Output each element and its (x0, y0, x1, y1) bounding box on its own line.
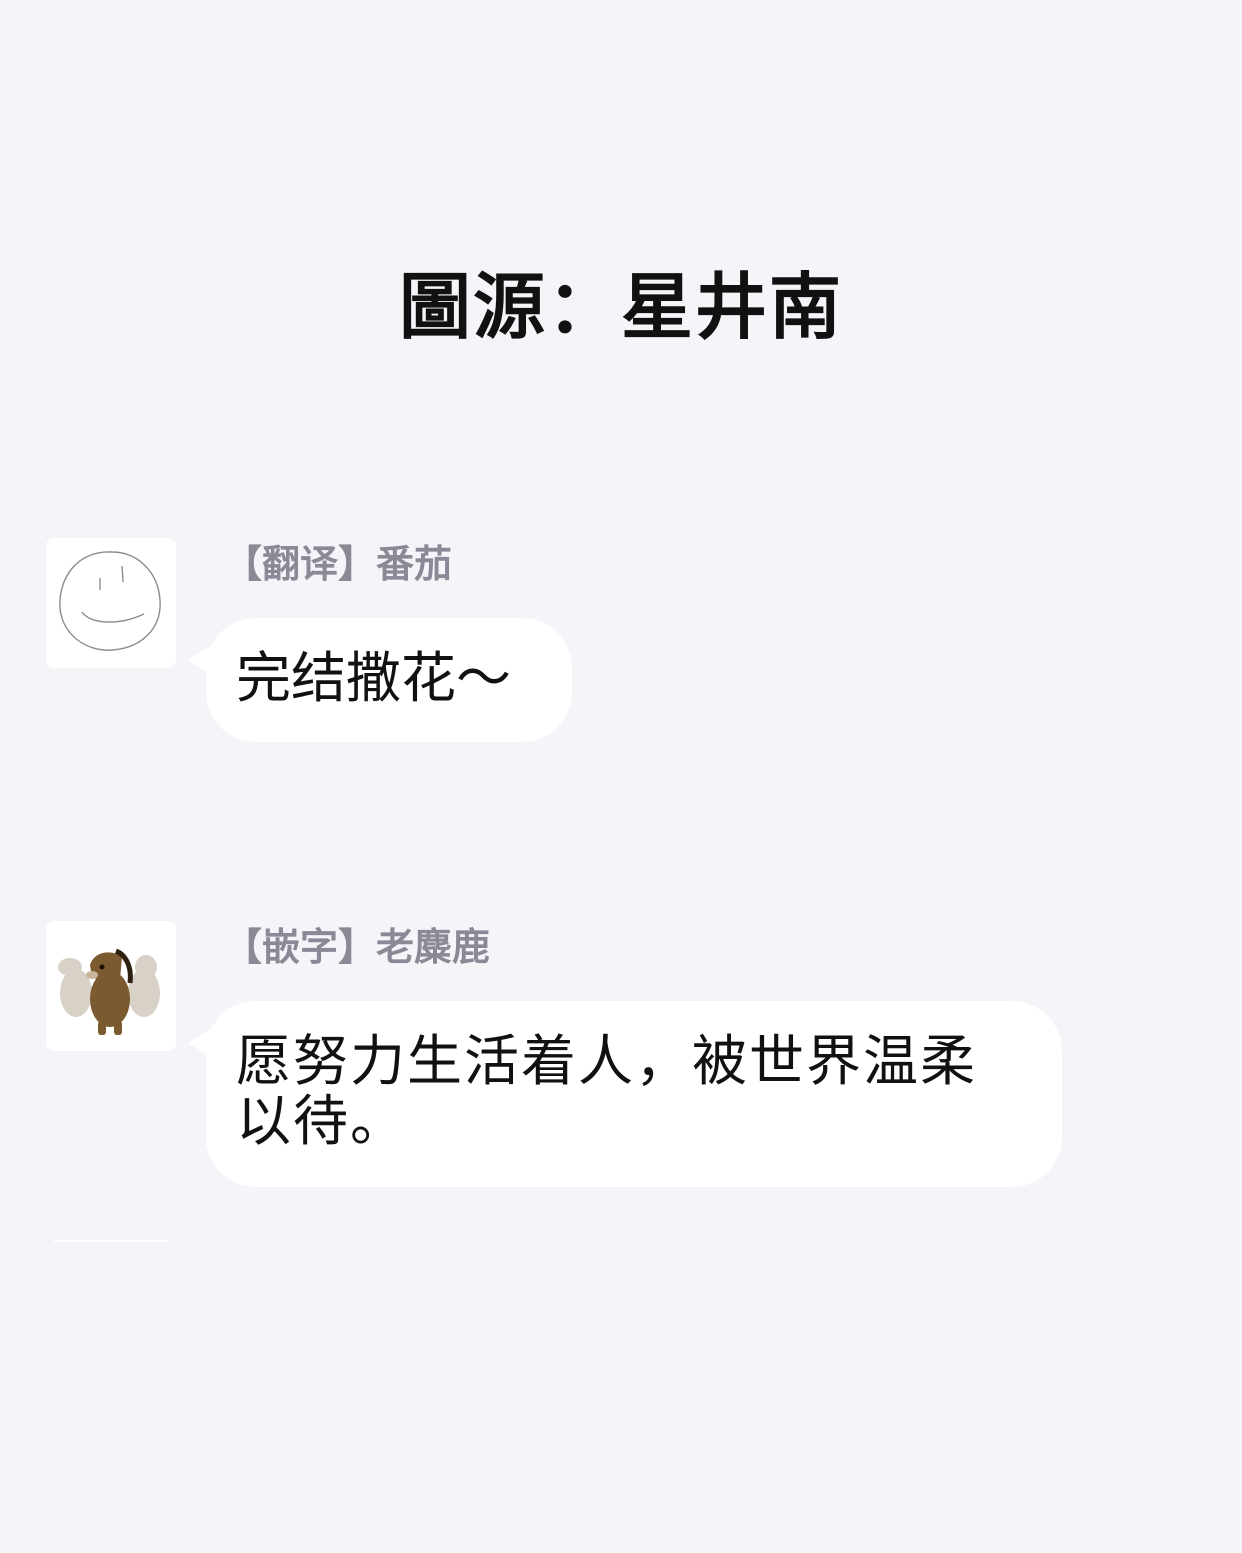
page-title: 圖源：星井南 (398, 265, 843, 349)
sender-name: 【翻译】番茄 (224, 542, 453, 586)
sender-name: 【嵌字】老麋鹿 (224, 925, 491, 969)
bubble-tail (188, 1029, 210, 1057)
avatar[interactable] (46, 538, 176, 668)
message-bubble[interactable]: 愿努力生活着人，被世界温柔以待。 (188, 1001, 1062, 1187)
message-bubble[interactable]: 完结撒花～ (188, 618, 572, 742)
avatar[interactable] (46, 921, 176, 1051)
divider (54, 1240, 168, 1242)
horse-plush-icon (58, 948, 160, 1035)
smiley-face-sketch-icon (59, 551, 161, 651)
bubble-tail (188, 646, 210, 674)
message-text: 愿努力生活着人，被世界温柔以待。 (236, 1029, 978, 1153)
message-text: 完结撒花～ (236, 646, 512, 710)
